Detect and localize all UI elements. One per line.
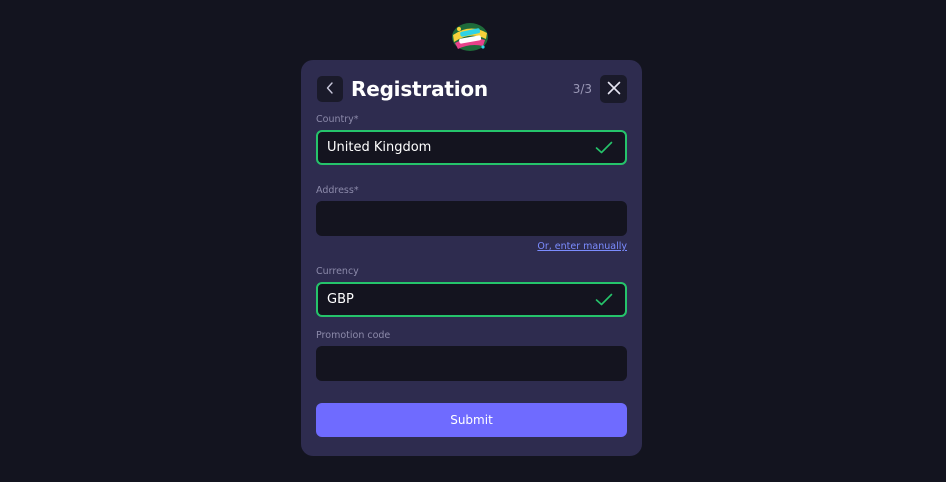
address-input[interactable]	[327, 211, 613, 226]
registration-modal: Registration 3/3 Country* United Kingdom…	[301, 60, 642, 456]
close-button[interactable]	[600, 75, 627, 103]
currency-label: Currency	[316, 266, 359, 277]
address-field-container	[316, 201, 627, 236]
currency-select[interactable]: GBP	[316, 282, 627, 317]
funky-jackpot-logo-icon[interactable]	[450, 21, 490, 53]
country-select[interactable]: United Kingdom	[316, 130, 627, 165]
currency-value: GBP	[327, 292, 354, 307]
promo-code-input[interactable]	[327, 356, 613, 371]
country-value: United Kingdom	[327, 140, 432, 155]
step-indicator: 3/3	[572, 82, 592, 96]
back-button[interactable]	[317, 76, 343, 102]
promo-field-container	[316, 346, 627, 381]
address-label: Address*	[316, 185, 359, 196]
country-label: Country*	[316, 114, 359, 125]
checkmark-icon	[595, 293, 613, 307]
modal-title: Registration	[351, 77, 488, 101]
enter-manually-link[interactable]: Or, enter manually	[537, 240, 627, 254]
page: Registration 3/3 Country* United Kingdom…	[0, 0, 946, 482]
checkmark-icon	[595, 141, 613, 155]
chevron-left-icon	[325, 80, 335, 99]
promo-label: Promotion code	[316, 330, 391, 341]
close-icon	[607, 80, 621, 99]
submit-button[interactable]: Submit	[316, 403, 627, 437]
